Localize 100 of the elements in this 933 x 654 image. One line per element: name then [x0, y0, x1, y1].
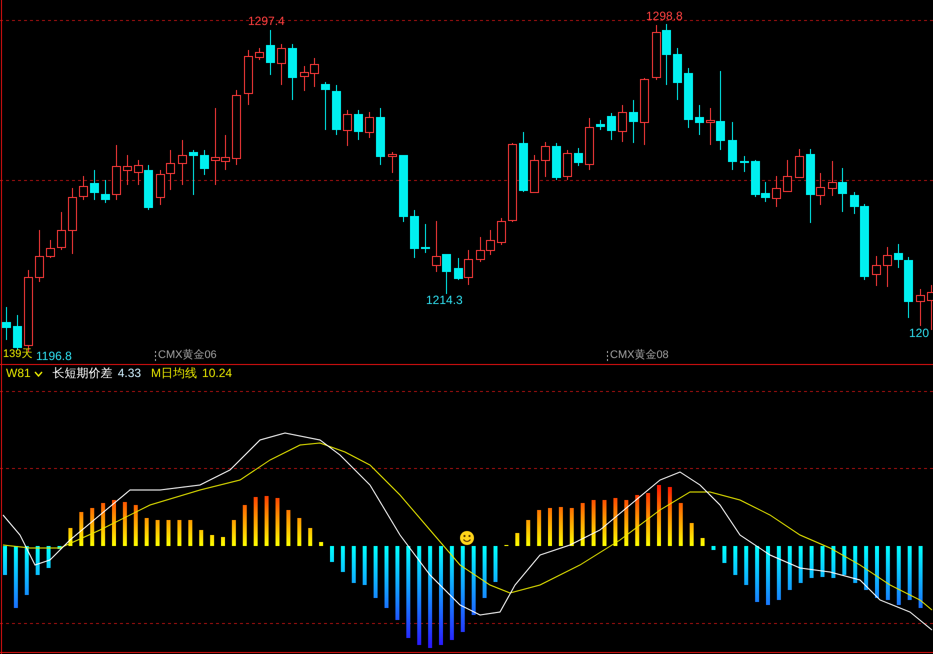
candlestick — [662, 24, 671, 86]
histogram-bar — [340, 546, 345, 572]
candlestick — [530, 154, 539, 194]
candlestick — [57, 212, 66, 250]
histogram-bar — [690, 523, 694, 546]
histogram-bar — [232, 520, 236, 546]
histogram-bar — [831, 546, 836, 578]
histogram-bar — [362, 546, 367, 585]
histogram-bar — [90, 508, 94, 546]
candlestick — [772, 176, 781, 208]
candlestick — [365, 112, 374, 138]
indicator-dropdown[interactable]: W81 — [6, 366, 43, 381]
histogram-bar — [330, 546, 334, 562]
histogram-bar — [58, 546, 62, 549]
histogram-bar — [776, 546, 781, 600]
histogram-bar — [678, 503, 683, 546]
candlestick — [442, 254, 451, 294]
histogram-bar — [374, 546, 378, 598]
candlestick — [123, 154, 132, 186]
histogram-bar — [156, 520, 160, 546]
candlestick — [728, 122, 737, 170]
histogram-bar — [3, 546, 7, 575]
candlestick — [277, 44, 286, 86]
candlestick — [421, 224, 430, 254]
candlestick — [266, 30, 275, 76]
histogram-bar — [668, 487, 672, 546]
candlestick — [618, 104, 627, 142]
candlestick — [388, 152, 397, 174]
candlestick — [673, 48, 682, 100]
candlestick — [310, 58, 319, 88]
candlestick — [46, 240, 55, 258]
candlestick — [189, 150, 198, 196]
histogram-bar — [188, 520, 192, 546]
histogram-bar — [515, 533, 520, 546]
candlestick — [695, 104, 704, 136]
histogram-bar — [896, 546, 901, 605]
smiley-icon — [460, 531, 474, 545]
histogram-bar — [886, 546, 890, 600]
histogram-bar — [79, 512, 84, 546]
price-label: 1214.3 — [426, 293, 463, 307]
candlestick — [652, 24, 661, 80]
histogram-bar — [14, 546, 18, 608]
candlestick — [90, 170, 99, 200]
histogram-bar — [276, 498, 280, 546]
histogram-bar — [101, 503, 106, 546]
range-label: 139天 — [3, 348, 32, 361]
candlestick — [596, 120, 605, 130]
histogram-bar — [657, 485, 661, 546]
histogram-bar — [177, 520, 182, 546]
histogram-bar — [864, 546, 868, 590]
histogram-bar — [853, 546, 858, 583]
histogram-bar — [24, 546, 29, 595]
candlestick — [795, 148, 804, 178]
candlestick — [101, 180, 110, 204]
histogram-bar — [646, 493, 650, 546]
candlestick — [552, 142, 561, 180]
candlestick — [13, 314, 22, 350]
histogram-bar — [286, 510, 290, 546]
histogram-bar — [613, 498, 618, 546]
histogram-bar — [820, 546, 824, 577]
histogram-bar — [766, 546, 770, 605]
candlestick — [166, 150, 175, 190]
price-label: 1196.8 — [36, 349, 72, 363]
candlestick — [35, 230, 44, 282]
histogram-bar — [297, 518, 302, 546]
histogram-bar — [494, 546, 498, 582]
candlestick — [376, 108, 385, 166]
series-name: 长短期价差 — [52, 366, 113, 381]
histogram-bar — [842, 546, 846, 575]
histogram-bar — [352, 546, 356, 583]
histogram-bar — [122, 502, 127, 546]
histogram-bar — [68, 528, 72, 546]
series-value: 10.24 — [202, 366, 232, 381]
histogram-bar — [254, 497, 258, 546]
histogram-bar — [472, 546, 476, 615]
price-label: 1298.8 — [646, 9, 683, 23]
contract-label: CMX黄金08 — [610, 349, 669, 362]
histogram-bar — [788, 546, 792, 590]
candlestick — [200, 150, 209, 176]
histogram-bar — [144, 518, 149, 546]
candlestick — [255, 48, 264, 60]
candlestick — [321, 82, 330, 130]
histogram-bar — [264, 496, 269, 546]
histogram-bar — [908, 546, 912, 600]
price-label: 120 — [909, 326, 930, 340]
histogram-bar — [624, 500, 628, 546]
candlestick — [410, 210, 419, 258]
histogram-bar — [918, 546, 923, 608]
histogram-bar — [537, 510, 542, 546]
candlestick — [519, 132, 528, 192]
histogram-bar — [308, 528, 312, 546]
candlestick — [585, 118, 594, 170]
candlestick — [629, 100, 638, 144]
histogram-bar — [592, 500, 596, 546]
candlestick — [399, 154, 408, 222]
candlestick — [916, 288, 925, 326]
contract-label: CMX黄金06 — [158, 349, 217, 362]
histogram-bar — [755, 546, 760, 602]
candlestick — [79, 176, 88, 200]
series-name: M日均线 — [151, 366, 198, 381]
